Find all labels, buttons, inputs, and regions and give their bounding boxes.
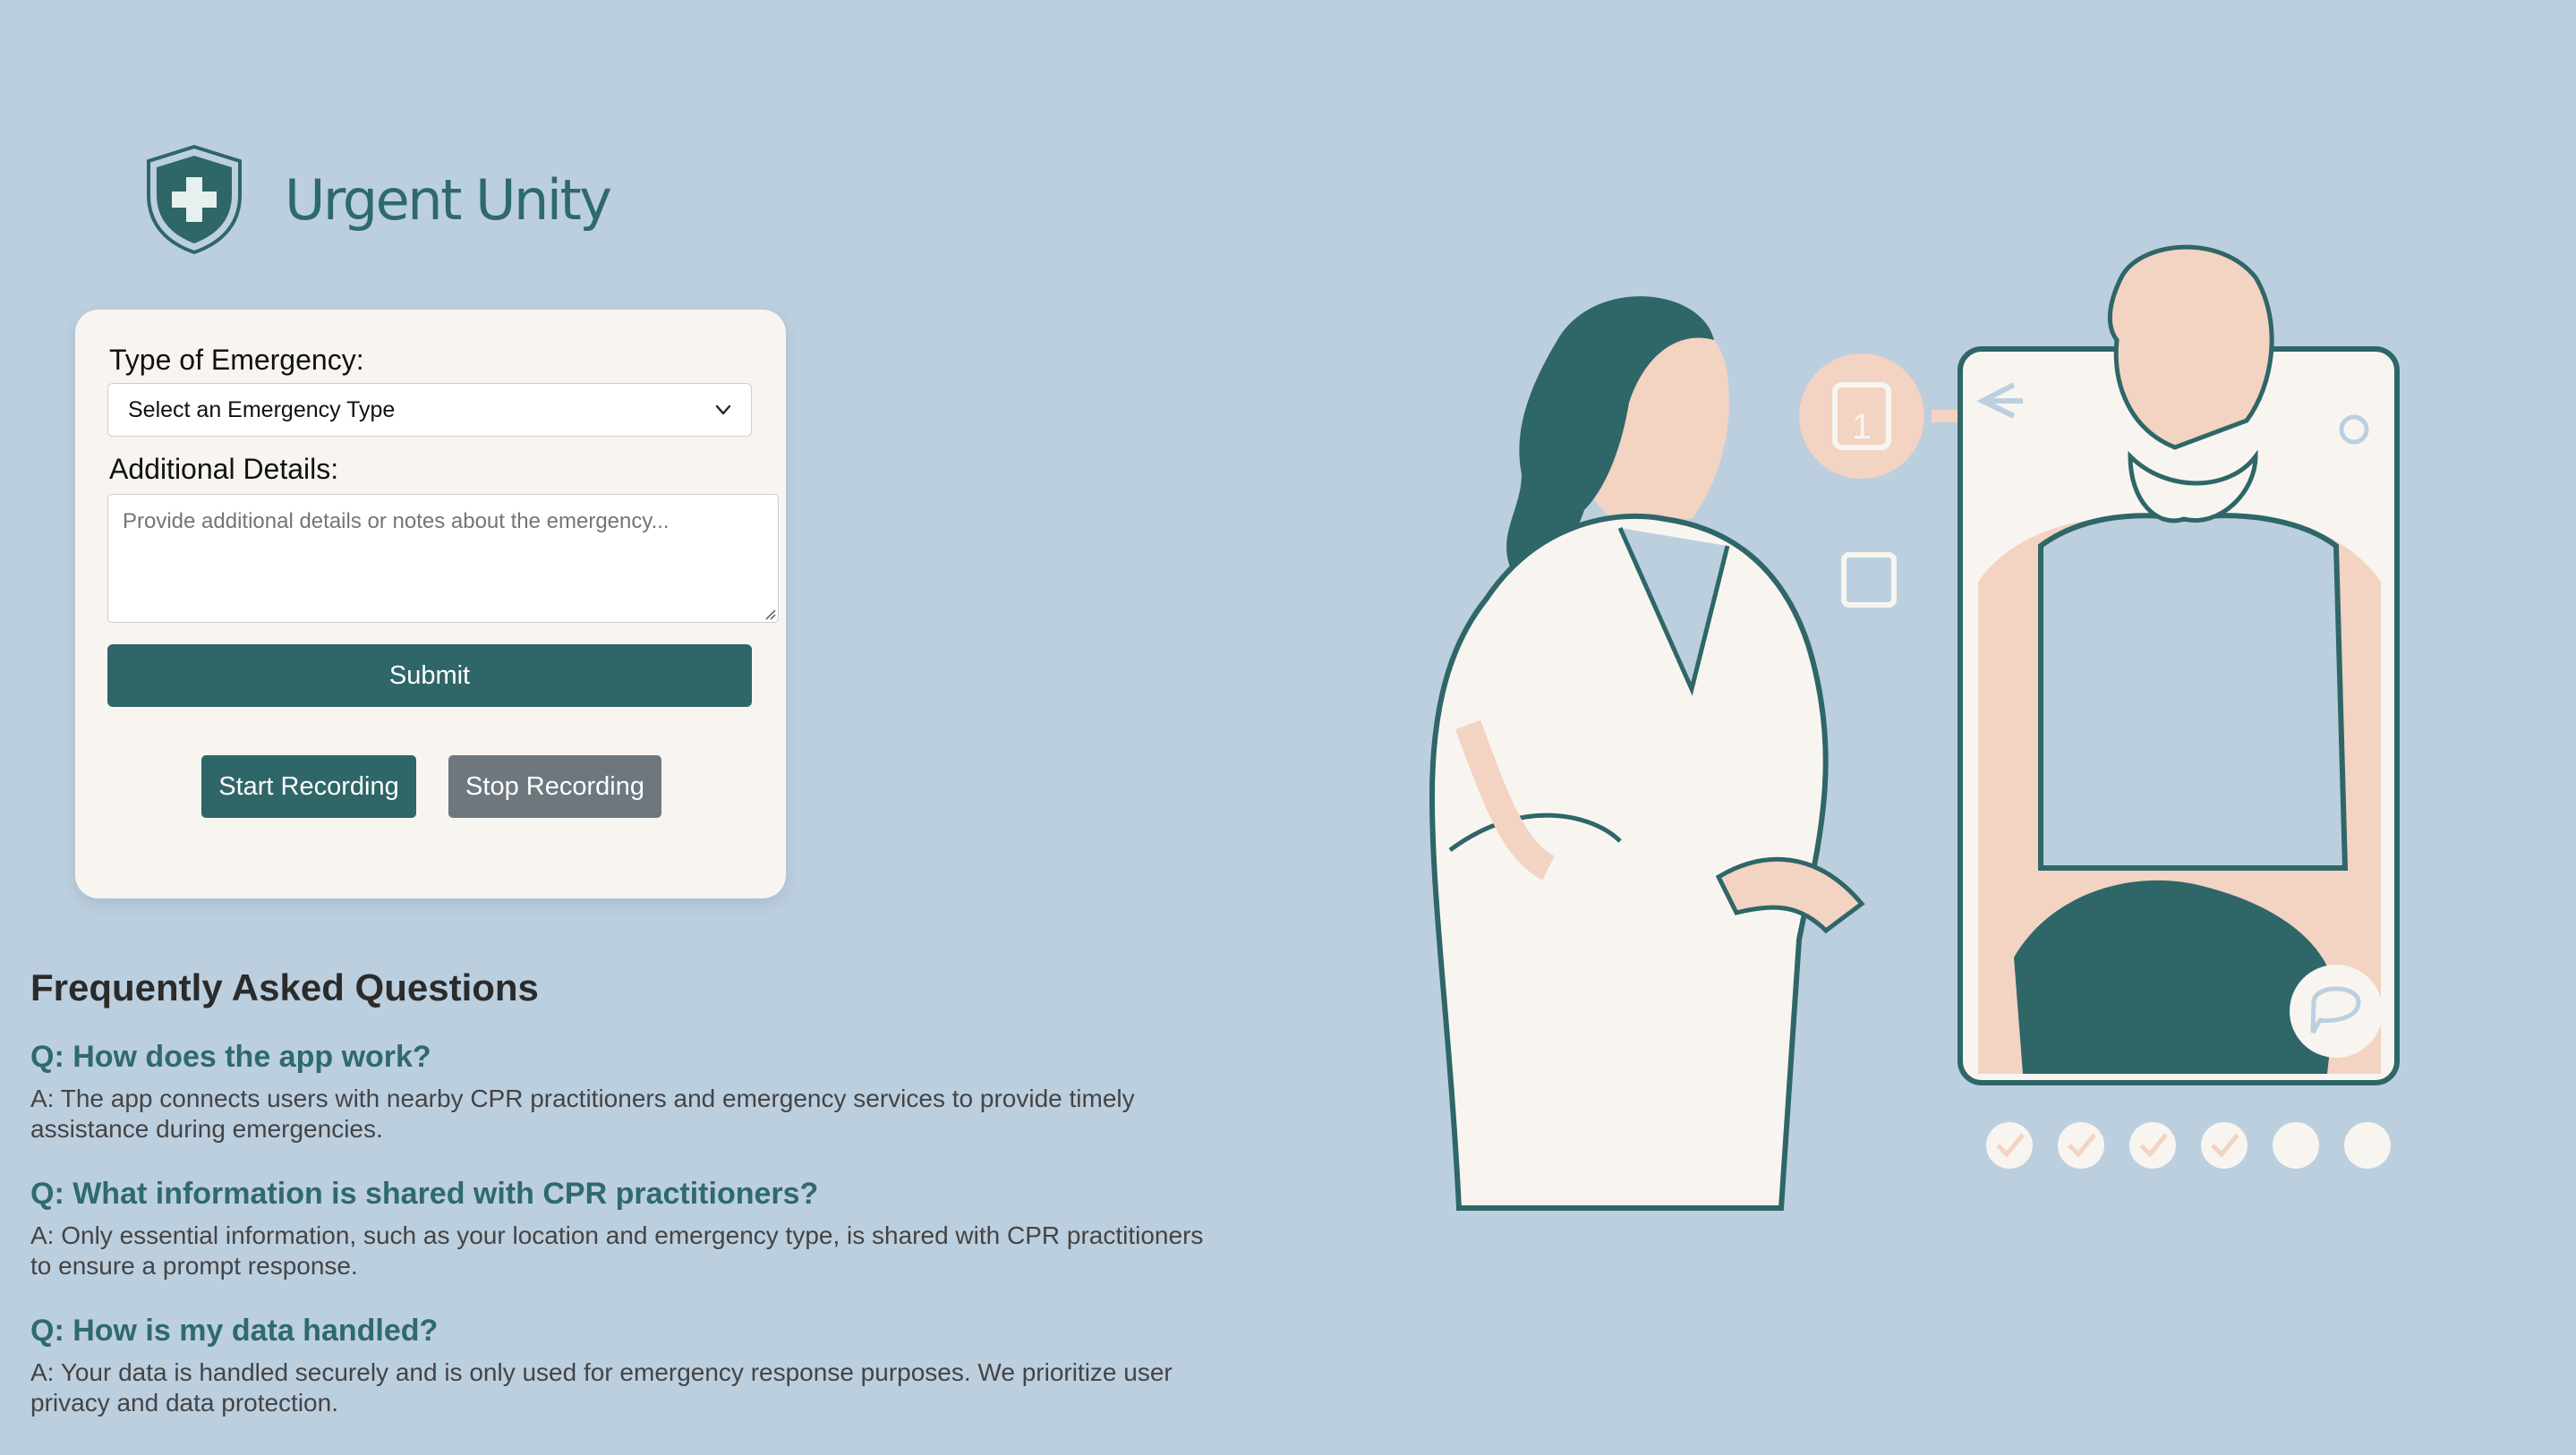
brand-name: Urgent Unity — [285, 166, 612, 233]
brand: Urgent Unity — [141, 143, 612, 256]
faq-section: Frequently Asked Questions Q: How does t… — [30, 966, 1221, 1417]
stop-recording-button[interactable]: Stop Recording — [448, 755, 661, 818]
svg-text:1: 1 — [1852, 407, 1872, 447]
emergency-type-select[interactable]: Select an Emergency Type — [107, 383, 752, 437]
faq-question: Q: What information is shared with CPR p… — [30, 1177, 819, 1211]
faq-item: Q: What information is shared with CPR p… — [30, 1177, 1221, 1281]
faq-item: Q: How is my data handled? A: Your data … — [30, 1314, 1221, 1418]
faq-answer: A: The app connects users with nearby CP… — [30, 1085, 1135, 1143]
faq-title: Frequently Asked Questions — [30, 966, 539, 1008]
details-placeholder: Provide additional details or notes abou… — [123, 509, 670, 533]
submit-button[interactable]: Submit — [107, 644, 752, 707]
faq-item: Q: How does the app work? A: The app con… — [30, 1040, 1221, 1144]
emergency-type-selected-value: Select an Emergency Type — [128, 396, 396, 422]
faq-question: Q: How is my data handled? — [30, 1314, 439, 1348]
details-label: Additional Details: — [109, 453, 339, 485]
chevron-down-icon — [715, 404, 731, 415]
resize-grip-icon[interactable] — [762, 606, 776, 620]
doctor-figure — [1429, 296, 1865, 1211]
emergency-type-label: Type of Emergency: — [109, 344, 364, 376]
telehealth-illustration: 1 — [1429, 244, 2400, 1211]
phone-frame — [1958, 244, 2400, 1085]
medicine-jar-icon — [1841, 552, 1897, 608]
start-recording-button[interactable]: Start Recording — [201, 755, 416, 818]
faq-answer: A: Only essential information, such as y… — [30, 1221, 1204, 1280]
emergency-form-card: Type of Emergency: Select an Emergency T… — [75, 310, 786, 898]
chat-bubble-icon — [2290, 965, 2383, 1058]
shield-cross-icon — [147, 144, 242, 255]
faq-answer: A: Your data is handled securely and is … — [30, 1358, 1173, 1417]
faq-question: Q: How does the app work? — [30, 1040, 431, 1074]
details-textarea[interactable]: Provide additional details or notes abou… — [107, 494, 779, 623]
progress-dots — [1986, 1122, 2391, 1169]
